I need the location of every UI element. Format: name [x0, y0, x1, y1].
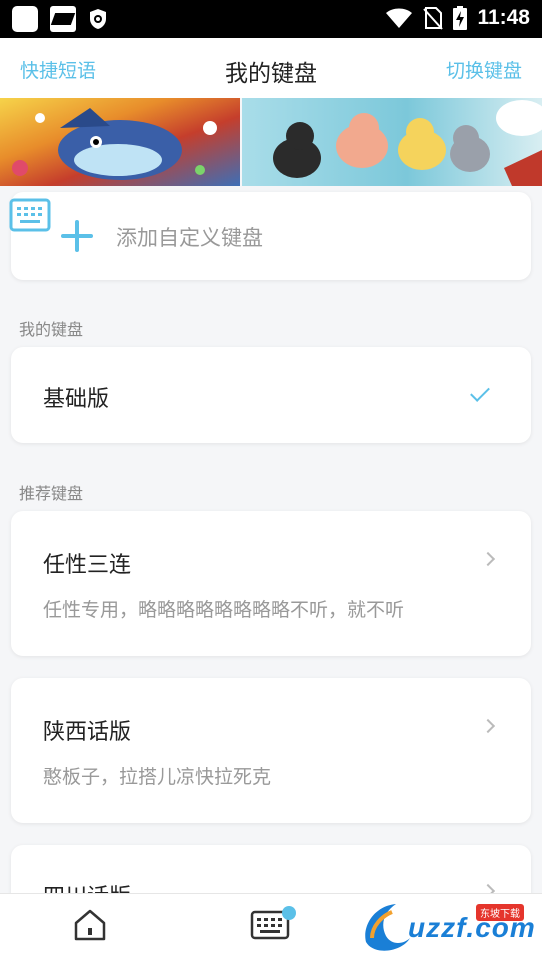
vpn-shield-icon	[90, 9, 106, 29]
notification-dot	[282, 906, 296, 920]
switch-keyboard-link[interactable]: 切换键盘	[446, 56, 522, 83]
battery-charging-icon	[453, 6, 468, 30]
home-icon[interactable]	[73, 908, 107, 942]
watermark-tag: 东坡下载	[476, 904, 524, 921]
recommended-item-title: 陕西话版	[43, 720, 132, 745]
app-icon	[12, 6, 38, 32]
recommended-item-1[interactable]: 任性三连 任性专用，略略略略略略略略不听，就不听	[11, 511, 531, 656]
no-sim-icon	[423, 7, 444, 30]
banner-image-whale[interactable]	[0, 98, 240, 186]
cats-illustration	[273, 100, 542, 186]
recommended-item-title: 任性三连	[43, 553, 132, 578]
recommended-item-desc: 憨板子，拉搭儿凉快拉死克	[43, 766, 272, 788]
whale-illustration	[12, 108, 217, 180]
chevron-right-icon	[480, 551, 496, 567]
wifi-icon	[386, 8, 413, 28]
checkmark-icon	[470, 382, 490, 402]
recommended-item-2[interactable]: 陕西话版 憨板子，拉搭儿凉快拉死克	[11, 678, 531, 823]
banner-carousel[interactable]	[0, 98, 542, 186]
plus-icon	[59, 218, 95, 254]
banner-image-cats[interactable]	[242, 98, 542, 186]
watermark-logo: uzzf.com 东坡下载	[358, 898, 538, 954]
chevron-right-icon	[480, 718, 496, 734]
status-bar: 11:48	[0, 0, 542, 38]
keyboard-item-basic[interactable]: 基础版	[11, 347, 531, 443]
section-title-recommended: 推荐键盘	[19, 484, 84, 503]
section-title-my-keyboards: 我的键盘	[19, 320, 84, 339]
watermark-swoosh-icon	[365, 904, 410, 951]
top-bar: 快捷短语 我的键盘 切换键盘	[0, 38, 542, 98]
add-custom-keyboard-label: 添加自定义键盘	[116, 226, 263, 250]
keyboard-item-title: 基础版	[43, 387, 110, 412]
clock: 11:48	[477, 6, 530, 29]
add-custom-keyboard-card[interactable]: 添加自定义键盘	[11, 192, 531, 280]
keyboard-icon	[9, 198, 51, 232]
recommended-item-desc: 任性专用，略略略略略略略略不听，就不听	[43, 599, 405, 621]
notification-icon	[50, 6, 76, 32]
